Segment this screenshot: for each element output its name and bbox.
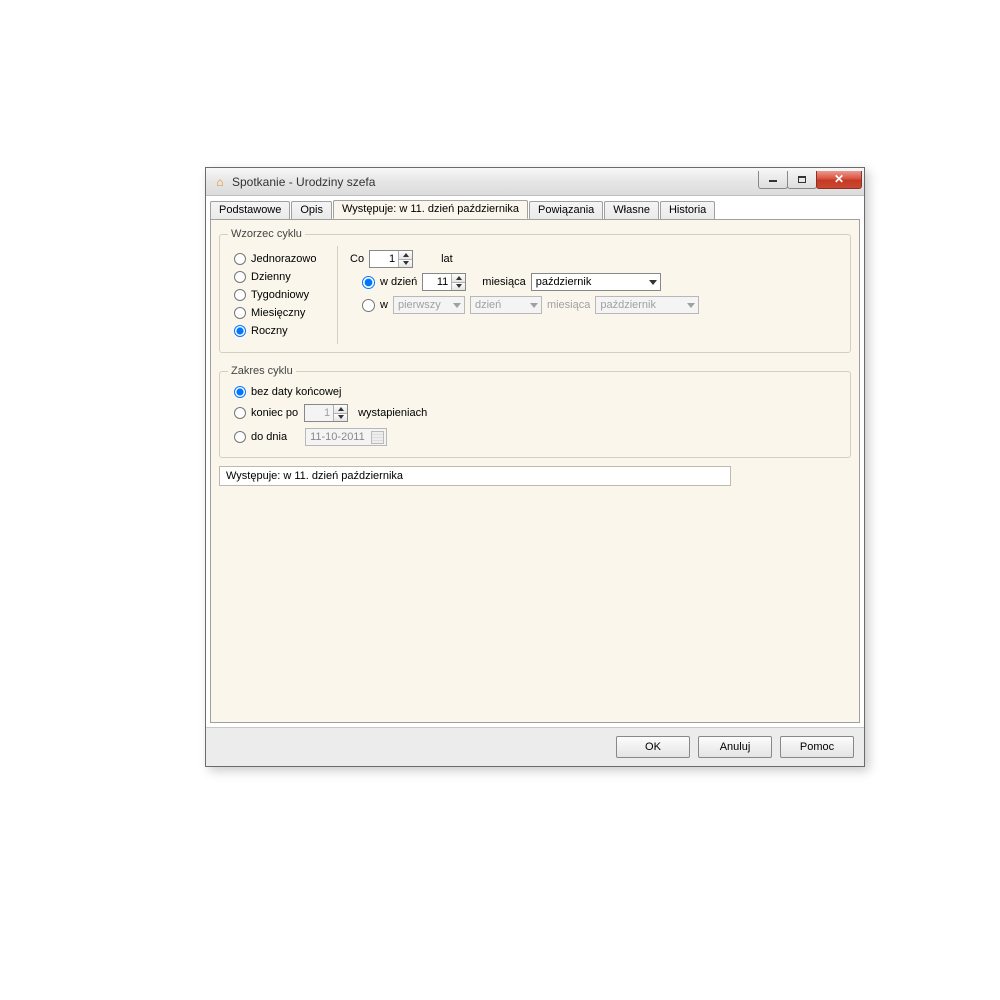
radio-daily-label: Dzienny [251,271,291,283]
tab-wystepuje[interactable]: Występuje: w 11. dzień października [333,200,528,219]
radio-once-label: Jednorazowo [251,253,316,265]
month-combo[interactable]: październik [531,273,661,291]
close-icon: ✕ [834,172,844,186]
radio-once[interactable]: Jednorazowo [228,250,337,268]
range-fieldset: Zakres cyklu bez daty końcowej koniec po… [219,365,851,458]
frequency-column: Jednorazowo Dzienny Tygodniowy Miesięczn… [228,246,338,344]
tab-podstawowe[interactable]: Podstawowe [210,201,290,220]
pattern-fieldset: Wzorzec cyklu Jednorazowo Dzienny Tygodn… [219,228,851,353]
maximize-button[interactable] [787,171,817,189]
years-label: lat [441,253,453,265]
radio-yearly-input[interactable] [234,325,246,337]
radio-endafter-label: koniec po [251,407,298,419]
day-spinner[interactable] [422,273,466,291]
endafter-input [305,405,333,421]
ok-button[interactable]: OK [616,736,690,758]
month2-combo-button [684,297,698,313]
dayname-value: dzień [475,299,527,311]
maximize-icon [798,176,806,183]
dialog-footer: OK Anuluj Pomoc [206,727,864,766]
endby-value: 11-10-2011 [310,431,365,443]
every-input[interactable] [370,251,398,267]
window-title: Spotkanie - Urodziny szefa [232,175,759,189]
tab-wlasne[interactable]: Własne [604,201,659,220]
radio-monthly[interactable]: Miesięczny [228,304,337,322]
on-label: w [380,299,388,311]
of-month-label: miesiąca [482,276,525,288]
endafter-spin-down [334,413,347,422]
endafter-spin-up [334,405,347,413]
radio-daily-input[interactable] [234,271,246,283]
radio-yearly-label: Roczny [251,325,288,337]
range-legend: Zakres cyklu [228,365,296,377]
month2-combo: październik [595,296,699,314]
every-spinner[interactable] [369,250,413,268]
minimize-icon [769,180,777,182]
calendar-icon [371,431,384,444]
summary-box: Występuje: w 11. dzień października [219,466,731,486]
ordinal-combo-button [450,297,464,313]
app-icon: ⌂ [212,174,228,190]
endby-datebox: 11-10-2011 [305,428,387,446]
ordinal-value: pierwszy [398,299,450,311]
month-combo-button[interactable] [646,274,660,290]
radio-endafter-input[interactable] [234,407,246,419]
window-controls: ✕ [759,171,862,189]
month-value: październik [536,276,646,288]
minimize-button[interactable] [758,171,788,189]
tabstrip: Podstawowe Opis Występuje: w 11. dzień p… [206,196,864,219]
tab-powiazania[interactable]: Powiązania [529,201,603,220]
radio-weekly[interactable]: Tygodniowy [228,286,337,304]
radio-daily[interactable]: Dzienny [228,268,337,286]
radio-on-ordinal[interactable] [362,299,375,312]
radio-noend-label: bez daty końcowej [251,386,342,398]
tab-historia[interactable]: Historia [660,201,715,220]
tab-content: Wzorzec cyklu Jednorazowo Dzienny Tygodn… [210,219,860,723]
occurrences-label: wystapieniach [358,407,427,419]
every-spin-down[interactable] [399,259,412,268]
dialog-window: ⌂ Spotkanie - Urodziny szefa ✕ Podstawow… [205,167,865,767]
month2-value: październik [600,299,684,311]
radio-monthly-input[interactable] [234,307,246,319]
of-month2-label: miesiąca [547,299,590,311]
tab-opis[interactable]: Opis [291,201,332,220]
ordinal-combo: pierwszy [393,296,465,314]
cancel-button[interactable]: Anuluj [698,736,772,758]
day-input[interactable] [423,274,451,290]
endafter-spinner [304,404,348,422]
day-spin-down[interactable] [452,282,465,291]
radio-endby-input[interactable] [234,431,246,443]
radio-once-input[interactable] [234,253,246,265]
help-button[interactable]: Pomoc [780,736,854,758]
radio-weekly-label: Tygodniowy [251,289,309,301]
titlebar: ⌂ Spotkanie - Urodziny szefa ✕ [206,168,864,196]
dayname-combo: dzień [470,296,542,314]
every-spin-up[interactable] [399,251,412,259]
every-label: Co [350,253,364,265]
dayname-combo-button [527,297,541,313]
pattern-legend: Wzorzec cyklu [228,228,305,240]
radio-endby-label: do dnia [251,431,287,443]
radio-weekly-input[interactable] [234,289,246,301]
detail-column: Co lat w dzień [338,246,842,344]
day-spin-up[interactable] [452,274,465,282]
radio-yearly[interactable]: Roczny [228,322,337,340]
radio-monthly-label: Miesięczny [251,307,305,319]
radio-on-day[interactable] [362,276,375,289]
on-day-label: w dzień [380,276,417,288]
radio-noend[interactable]: bez daty końcowej [228,383,842,401]
close-button[interactable]: ✕ [816,171,862,189]
radio-noend-input[interactable] [234,386,246,398]
